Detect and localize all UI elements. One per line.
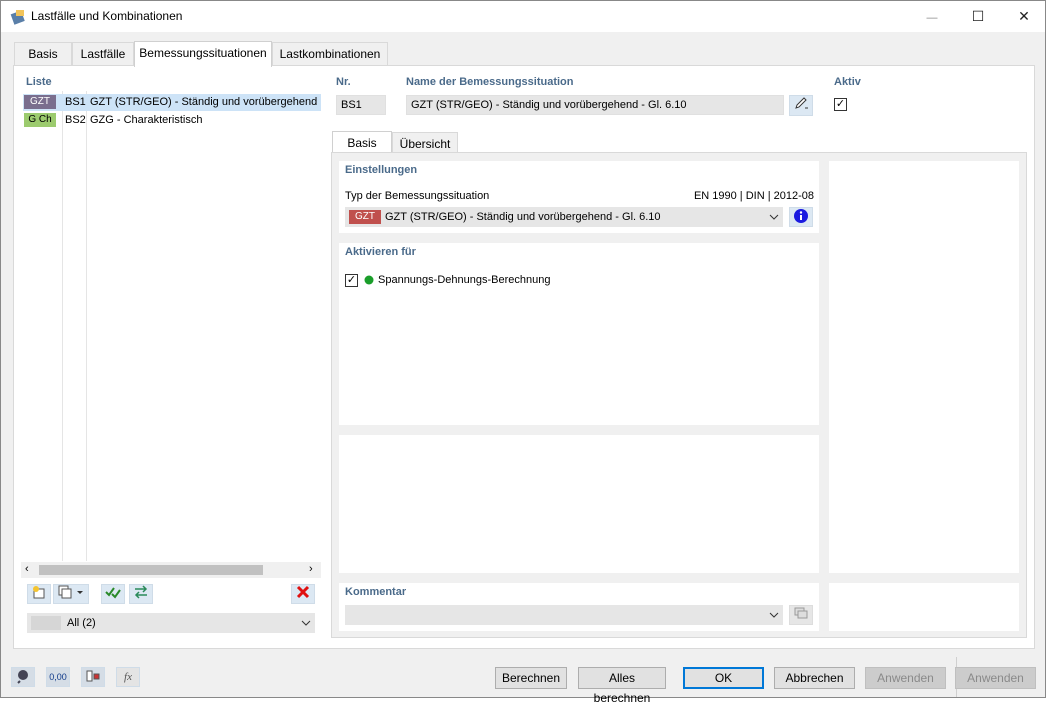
delete-icon: [296, 585, 310, 599]
filter-value: All (2): [67, 617, 96, 629]
tab-lastkombinationen[interactable]: Lastkombinationen: [272, 42, 388, 66]
kommentar-group: Kommentar: [339, 583, 819, 631]
dialog-window: Lastfälle und Kombinationen — ☐ ✕ Basis …: [0, 0, 1046, 705]
search-button[interactable]: [11, 667, 35, 687]
info-icon: [794, 209, 808, 223]
einstellungen-title: Einstellungen: [345, 164, 418, 176]
list-item-label: GZT (STR/GEO) - Ständig und vorübergehen…: [90, 96, 318, 108]
type-value: GZT (STR/GEO) - Ständig und vorübergehen…: [385, 211, 661, 223]
berechnen-button[interactable]: Berechnen: [495, 667, 567, 689]
function-button[interactable]: fx: [116, 667, 140, 687]
chevron-down-icon: [301, 620, 311, 626]
filter-color-swatch: [31, 616, 61, 630]
edit-icon: [795, 97, 808, 109]
type-label: Typ der Bemessungssituation: [345, 190, 490, 202]
bottom-bar: 0,00 fx Berechnen Alles berechnen OK Abb…: [1, 657, 1045, 705]
nr-label: Nr.: [336, 76, 351, 88]
list-item-label: GZG - Charakteristisch: [90, 114, 203, 126]
aktiv-checkbox[interactable]: ✓: [834, 98, 847, 111]
aktiv-label: Aktiv: [834, 76, 861, 88]
nr-field[interactable]: BS1: [336, 95, 386, 115]
swap-icon: [134, 585, 148, 599]
copy-icon: [58, 585, 83, 599]
list-item[interactable]: GZT BS1 GZT (STR/GEO) - Ständig und vorü…: [23, 94, 321, 111]
maximize-button[interactable]: ☐: [955, 1, 1001, 32]
close-button[interactable]: ✕: [1001, 1, 1046, 32]
minimize-button[interactable]: —: [909, 1, 955, 32]
anwenden-close-button[interactable]: Anwenden: [955, 667, 1036, 689]
chevron-down-icon: [769, 612, 779, 618]
scroll-right-icon[interactable]: ›: [309, 563, 313, 575]
fx-icon: fx: [124, 671, 132, 683]
model-icon: [86, 670, 100, 682]
window-title: Lastfälle und Kombinationen: [31, 9, 183, 23]
comment-icon: [794, 607, 808, 619]
status-dot-icon: [364, 275, 374, 285]
type-badge: GZT: [349, 210, 381, 224]
einstellungen-group: Einstellungen Typ der Bemessungssituatio…: [339, 161, 819, 233]
copy-item-button[interactable]: [53, 584, 89, 604]
chevron-down-icon: [769, 214, 779, 220]
kommentar-input[interactable]: [345, 605, 783, 625]
units-button[interactable]: 0,00: [46, 667, 70, 687]
type-dropdown[interactable]: GZT GZT (STR/GEO) - Ständig und vorüberg…: [345, 207, 783, 227]
app-icon: [10, 10, 25, 25]
horizontal-scrollbar[interactable]: ‹ ›: [21, 562, 321, 578]
info-button[interactable]: [789, 207, 813, 227]
list-item-badge: GZT: [24, 95, 56, 109]
edit-name-button[interactable]: [789, 95, 813, 116]
swap-button[interactable]: [129, 584, 153, 604]
name-field[interactable]: GZT (STR/GEO) - Ständig und vorübergehen…: [406, 95, 784, 115]
tab-bemessungssituationen[interactable]: Bemessungssituationen: [134, 41, 272, 67]
filter-dropdown[interactable]: All (2): [27, 613, 315, 633]
subtab-basis[interactable]: Basis: [332, 131, 392, 153]
right-panel: [829, 161, 1019, 573]
list-item-id: BS1: [65, 96, 86, 108]
right-bottom-panel: [829, 583, 1019, 631]
check-all-button[interactable]: [101, 584, 125, 604]
scrollbar-thumb[interactable]: [39, 565, 263, 575]
spannungs-label: Spannungs-Dehnungs-Berechnung: [378, 274, 551, 286]
list-item[interactable]: G Ch BS2 GZG - Charakteristisch: [23, 112, 321, 129]
name-group: Name der Bemessungssituation GZT (STR/GE…: [401, 73, 819, 119]
aktiv-group: Aktiv ✓: [829, 73, 1027, 119]
tab-basis[interactable]: Basis: [14, 42, 72, 66]
aktivieren-title: Aktivieren für: [345, 246, 416, 258]
new-item-icon: [33, 586, 45, 599]
aktivieren-group: Aktivieren für ✓ Spannungs-Dehnungs-Bere…: [339, 243, 819, 425]
subtab-uebersicht[interactable]: Übersicht: [392, 132, 458, 153]
check-all-icon: [105, 587, 121, 599]
nr-group: Nr. BS1: [331, 73, 391, 119]
delete-button[interactable]: [291, 584, 315, 604]
search-icon: [17, 670, 28, 684]
list-title: Liste: [26, 76, 52, 88]
scroll-left-icon[interactable]: ‹: [25, 563, 29, 575]
spannungs-checkbox[interactable]: ✓: [345, 274, 358, 287]
kommentar-title: Kommentar: [345, 586, 407, 598]
anwenden-button[interactable]: Anwenden: [865, 667, 946, 689]
tab-lastfaelle[interactable]: Lastfälle: [72, 42, 134, 66]
kommentar-button[interactable]: [789, 605, 813, 625]
abbrechen-button[interactable]: Abbrechen: [774, 667, 855, 689]
ok-button[interactable]: OK: [683, 667, 764, 689]
empty-panel: [339, 435, 819, 573]
alles-berechnen-button[interactable]: Alles berechnen: [578, 667, 666, 705]
name-label: Name der Bemessungssituation: [406, 76, 574, 88]
title-bar: Lastfälle und Kombinationen — ☐ ✕: [1, 1, 1045, 32]
new-item-button[interactable]: [27, 584, 51, 604]
norm-label: EN 1990 | DIN | 2012-08: [693, 190, 814, 202]
list-panel: Liste GZT BS1 GZT (STR/GEO) - Ständig un…: [21, 73, 321, 637]
model-button[interactable]: [81, 667, 105, 687]
list-item-badge: G Ch: [24, 113, 56, 127]
value-icon: 0,00: [49, 672, 67, 682]
list-item-id: BS2: [65, 114, 86, 126]
